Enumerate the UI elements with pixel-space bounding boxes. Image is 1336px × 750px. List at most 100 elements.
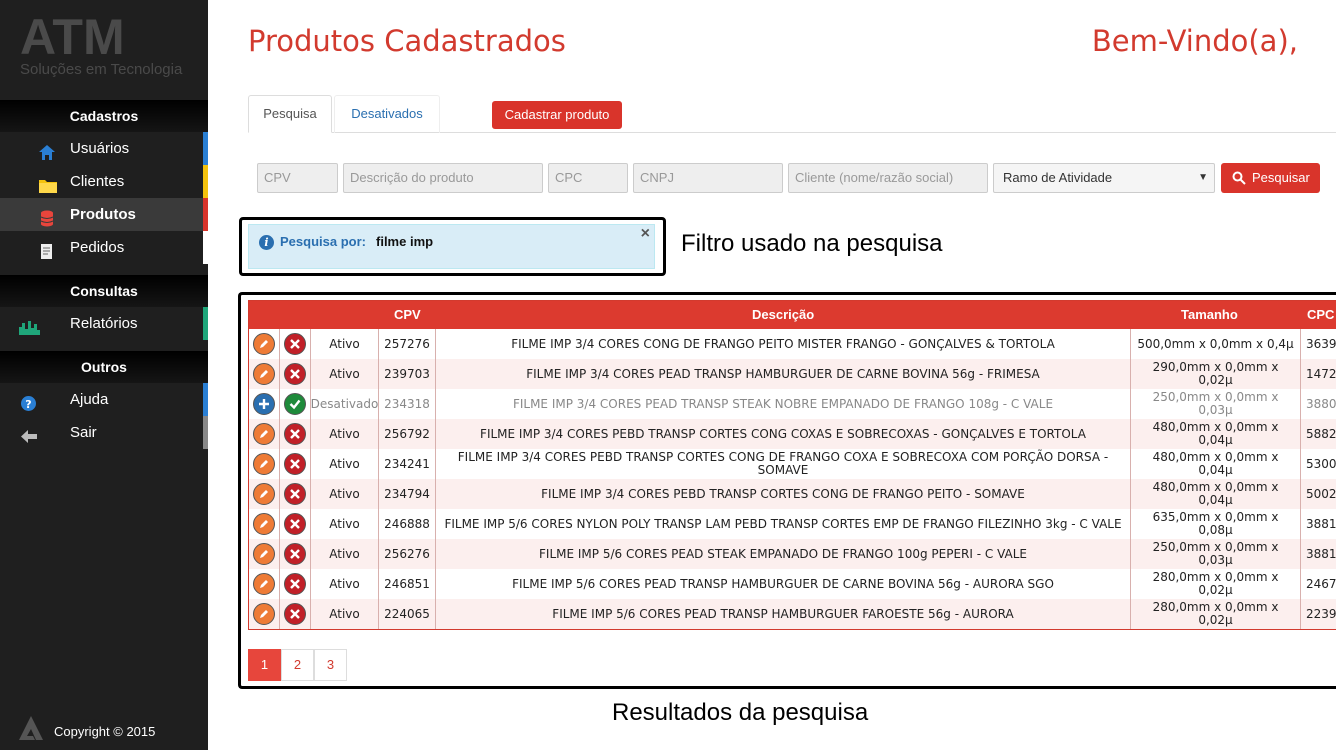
sidebar-item-sair[interactable]: Sair: [0, 416, 208, 449]
deactivate-icon[interactable]: [284, 453, 306, 475]
cpc-cell: 38812: [1306, 546, 1336, 561]
descricao-cell: FILME IMP 5/6 CORES NYLON POLY TRANSP LA…: [436, 509, 1131, 539]
cpv-cell: 224065: [379, 599, 436, 629]
table-row: Ativo 246851 FILME IMP 5/6 CORES PEAD TRAN…: [249, 569, 1336, 599]
col-cpv[interactable]: CPV: [394, 307, 421, 322]
sidebar-item-ajuda[interactable]: ? Ajuda: [0, 383, 208, 416]
toggle-cell: [280, 539, 311, 569]
cpv-cell: 234318: [379, 389, 436, 419]
edit-icon[interactable]: [253, 333, 275, 355]
chart-icon: [18, 315, 42, 335]
products-table: CPV Descrição Tamanho CPC Ativo 257276 FIL…: [248, 300, 1336, 630]
sidebar-item-clientes[interactable]: Clientes: [0, 165, 208, 198]
edit-icon[interactable]: [253, 573, 275, 595]
edit-icon[interactable]: [253, 363, 275, 385]
deactivate-icon[interactable]: [284, 363, 306, 385]
table-row: Ativo 239703 FILME IMP 3/4 CORES PEAD TRAN…: [249, 359, 1336, 389]
descricao-cell: FILME IMP 5/6 CORES PEAD STEAK EMPANADO …: [436, 539, 1131, 569]
cpc-cell: 38810: [1306, 516, 1336, 531]
toggle-cell: [280, 509, 311, 539]
toggle-cell: [280, 389, 311, 419]
edit-icon[interactable]: [253, 423, 275, 445]
search-alert: i Pesquisa por: filme imp ×: [248, 224, 655, 269]
cpc-cell: 58820: [1306, 426, 1336, 441]
sidebar-item-label: Pedidos: [70, 239, 125, 256]
table-row: Ativo 224065 FILME IMP 5/6 CORES PEAD TRAN…: [249, 599, 1336, 629]
welcome-text: Bem-Vindo(a),: [1091, 24, 1298, 58]
sidebar-item-label: Relatórios: [70, 315, 138, 332]
descricao-input[interactable]: Descrição do produto: [343, 163, 543, 193]
tab-desativados[interactable]: Desativados: [334, 95, 440, 133]
tab-pesquisa[interactable]: Pesquisa: [248, 95, 332, 133]
help-icon: ?: [20, 391, 38, 411]
edit-icon[interactable]: [253, 513, 275, 535]
deactivate-icon[interactable]: [284, 333, 306, 355]
footer-logo-icon: [16, 714, 46, 742]
cpv-cell: 256276: [379, 539, 436, 569]
sidebar-item-produtos[interactable]: Produtos: [0, 198, 208, 231]
deactivate-icon[interactable]: [284, 513, 306, 535]
edit-cell: [249, 539, 280, 569]
sidebar-item-label: Clientes: [70, 173, 125, 190]
deactivate-icon[interactable]: [284, 483, 306, 505]
atm-logo[interactable]: ATM Soluções em Tecnologia: [18, 6, 184, 82]
descricao-cell: FILME IMP 3/4 CORES PEBD TRANSP CORTES C…: [436, 479, 1131, 509]
search-icon: [1232, 171, 1246, 185]
ramo-atividade-value: Ramo de Atividade: [1003, 170, 1113, 185]
toggle-cell: [280, 599, 311, 629]
status-cell: Ativo: [311, 539, 379, 569]
tamanho-cell: 635,0mm x 0,0mm x 0,08µ: [1131, 509, 1301, 539]
cnpj-input[interactable]: CNPJ: [633, 163, 783, 193]
document-icon: [38, 239, 56, 259]
close-icon[interactable]: ×: [641, 225, 650, 243]
cpc-cell: 14723: [1306, 366, 1336, 381]
item-color-bar: [203, 198, 208, 231]
tamanho-cell: 480,0mm x 0,0mm x 0,04µ: [1131, 419, 1301, 449]
reactivate-icon[interactable]: [253, 393, 275, 415]
cpv-input[interactable]: CPV: [257, 163, 338, 193]
status-cell: Ativo: [311, 419, 379, 449]
deactivate-icon[interactable]: [284, 543, 306, 565]
edit-cell: [249, 329, 280, 359]
tamanho-cell: 290,0mm x 0,0mm x 0,02µ: [1131, 359, 1301, 389]
deactivate-icon[interactable]: [284, 423, 306, 445]
filter-annotation: Filtro usado na pesquisa: [681, 230, 943, 257]
descricao-cell: FILME IMP 3/4 CORES PEBD TRANSP CORTES C…: [436, 419, 1131, 449]
toggle-cell: [280, 419, 311, 449]
edit-icon[interactable]: [253, 603, 275, 625]
edit-icon[interactable]: [253, 483, 275, 505]
item-color-bar: [203, 383, 208, 416]
deactivate-icon[interactable]: [284, 573, 306, 595]
table-row: Desativado 234318 FILME IMP 3/4 CORES PEAD…: [249, 389, 1336, 419]
col-cpc[interactable]: CPC: [1307, 307, 1334, 322]
cliente-input[interactable]: Cliente (nome/razão social): [788, 163, 988, 193]
descricao-cell: FILME IMP 3/4 CORES PEAD TRANSP HAMBURGU…: [436, 359, 1131, 389]
col-descricao[interactable]: Descrição: [752, 307, 814, 322]
cpc-input[interactable]: CPC: [548, 163, 628, 193]
table-row: Ativo 234241 FILME IMP 3/4 CORES PEBD TRAN…: [249, 449, 1336, 479]
activate-icon[interactable]: [284, 393, 306, 415]
sidebar-item-label: Ajuda: [70, 391, 109, 408]
sidebar-item-relatorios[interactable]: Relatórios: [0, 307, 208, 340]
ramo-atividade-select[interactable]: Ramo de Atividade ▼: [993, 163, 1215, 193]
page-2-button[interactable]: 2: [281, 649, 314, 681]
tamanho-cell: 250,0mm x 0,0mm x 0,03µ: [1131, 539, 1301, 569]
sidebar-item-label: Sair: [70, 424, 97, 441]
sidebar-item-pedidos[interactable]: Pedidos: [0, 231, 208, 264]
item-color-bar: [203, 132, 208, 165]
col-tamanho[interactable]: Tamanho: [1181, 307, 1238, 322]
cadastrar-produto-button[interactable]: Cadastrar produto: [492, 101, 622, 129]
arrow-left-icon: [20, 424, 38, 443]
deactivate-icon[interactable]: [284, 603, 306, 625]
sidebar-item-usuarios[interactable]: Usuários: [0, 132, 208, 165]
database-icon: [38, 206, 56, 227]
page-3-button[interactable]: 3: [314, 649, 347, 681]
svg-text:Soluções em Tecnologia: Soluções em Tecnologia: [20, 61, 183, 78]
edit-icon[interactable]: [253, 543, 275, 565]
pesquisar-button[interactable]: Pesquisar: [1221, 163, 1320, 193]
table-row: Ativo 257276 FILME IMP 3/4 CORES CONG DE F…: [249, 329, 1336, 359]
page-1-button[interactable]: 1: [248, 649, 281, 681]
edit-icon[interactable]: [253, 453, 275, 475]
tamanho-cell: 480,0mm x 0,0mm x 0,04µ: [1131, 449, 1301, 479]
results-annotation: Resultados da pesquisa: [612, 699, 869, 726]
